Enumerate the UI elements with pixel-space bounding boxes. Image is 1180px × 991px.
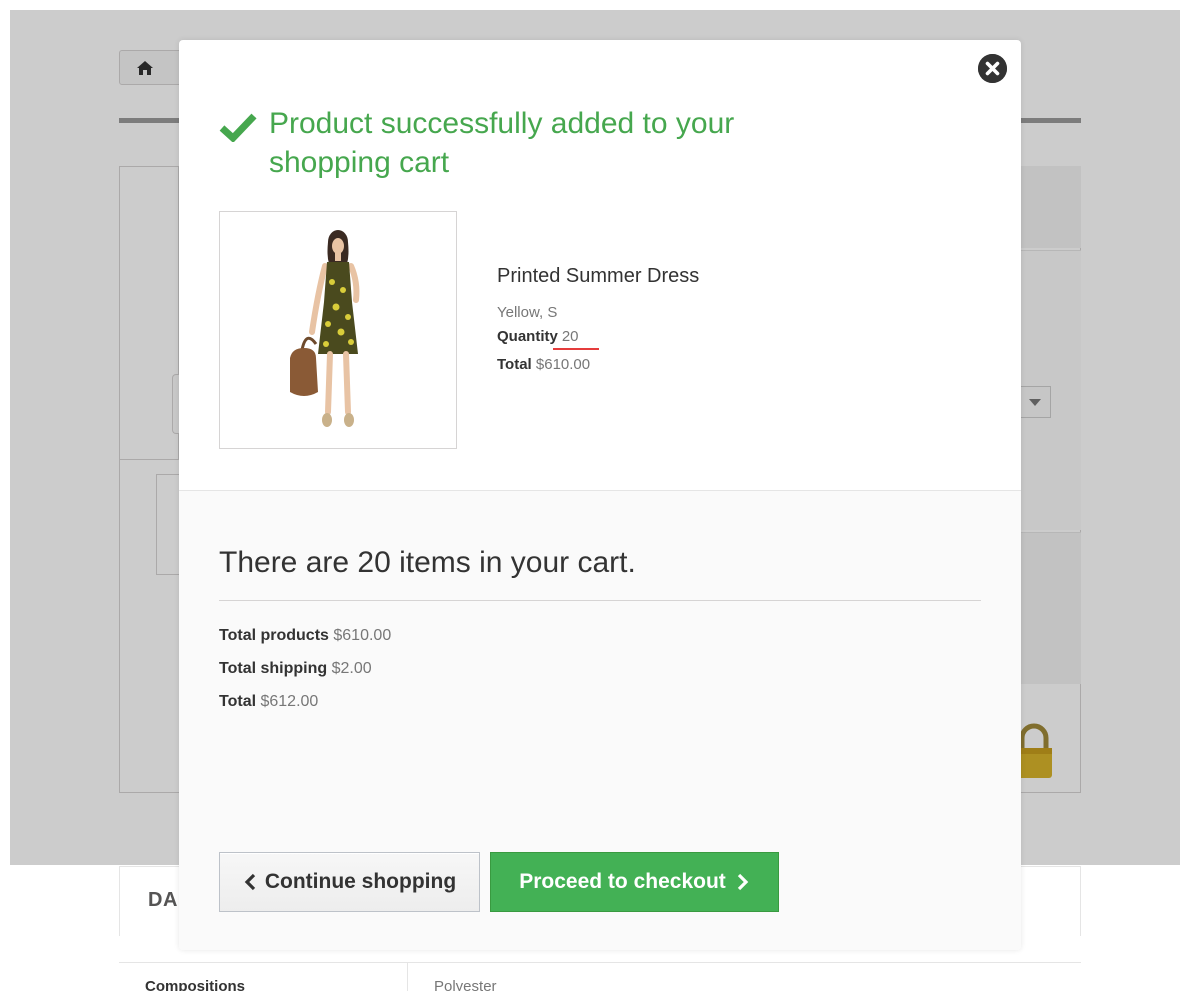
cart-total-row: Total $612.00 <box>219 693 391 711</box>
close-icon <box>978 54 1007 83</box>
add-to-cart-modal: Product successfully added to your shopp… <box>179 40 1021 950</box>
product-info: Printed Summer Dress Yellow, S Quantity 2… <box>497 264 977 374</box>
quantity-row: Quantity 20 <box>497 328 977 350</box>
cart-summary: There are 20 items in your cart. Total p… <box>179 490 1021 950</box>
total-shipping-row: Total shipping $2.00 <box>219 660 391 678</box>
success-message: Product successfully added to your shopp… <box>269 107 735 179</box>
quantity-number: 20 <box>561 328 579 345</box>
product-attributes: Yellow, S <box>497 304 558 321</box>
data-sheet-heading: DA <box>148 889 178 911</box>
total-products-row: Total products $610.00 <box>219 627 391 645</box>
product-image <box>219 211 457 449</box>
cart-count-heading: There are 20 items in your cart. <box>219 546 636 579</box>
cart-total-value: $612.00 <box>260 693 319 710</box>
total-shipping-value: $2.00 <box>331 660 372 677</box>
total-products-value: $610.00 <box>333 627 392 644</box>
product-total-value: $610.00 <box>535 356 591 373</box>
success-header: Product successfully added to your shopp… <box>219 104 789 182</box>
total-shipping-label: Total shipping <box>219 660 328 677</box>
quantity-value: 20 <box>552 328 599 350</box>
dress-photo <box>220 212 456 448</box>
continue-shopping-label: Continue shopping <box>264 870 457 893</box>
proceed-to-checkout-button[interactable]: Proceed to checkout <box>490 852 779 912</box>
compositions-value: Polyester <box>434 978 497 991</box>
chevron-left-icon <box>244 873 255 891</box>
data-sheet-divider <box>407 962 408 991</box>
page: DA Compositions Polyester Product succes… <box>0 0 1180 991</box>
cart-totals: Total products $610.00 Total shipping $2… <box>219 627 391 726</box>
compositions-label: Compositions <box>145 978 245 991</box>
product-total-label: Total <box>497 356 532 373</box>
quantity-annotation-underline <box>552 348 599 350</box>
product-total-row: Total $610.00 <box>497 356 977 374</box>
cart-summary-divider <box>219 600 981 601</box>
checkmark-icon <box>219 113 257 142</box>
chevron-right-icon <box>737 873 749 891</box>
close-button[interactable] <box>978 54 1007 83</box>
cart-total-label: Total <box>219 693 257 710</box>
data-sheet-rule <box>119 962 1081 963</box>
product-name: Printed Summer Dress <box>497 265 700 287</box>
quantity-label: Quantity <box>497 328 558 345</box>
continue-shopping-button[interactable]: Continue shopping <box>219 852 480 912</box>
proceed-to-checkout-label: Proceed to checkout <box>519 870 726 893</box>
total-products-label: Total products <box>219 627 329 644</box>
